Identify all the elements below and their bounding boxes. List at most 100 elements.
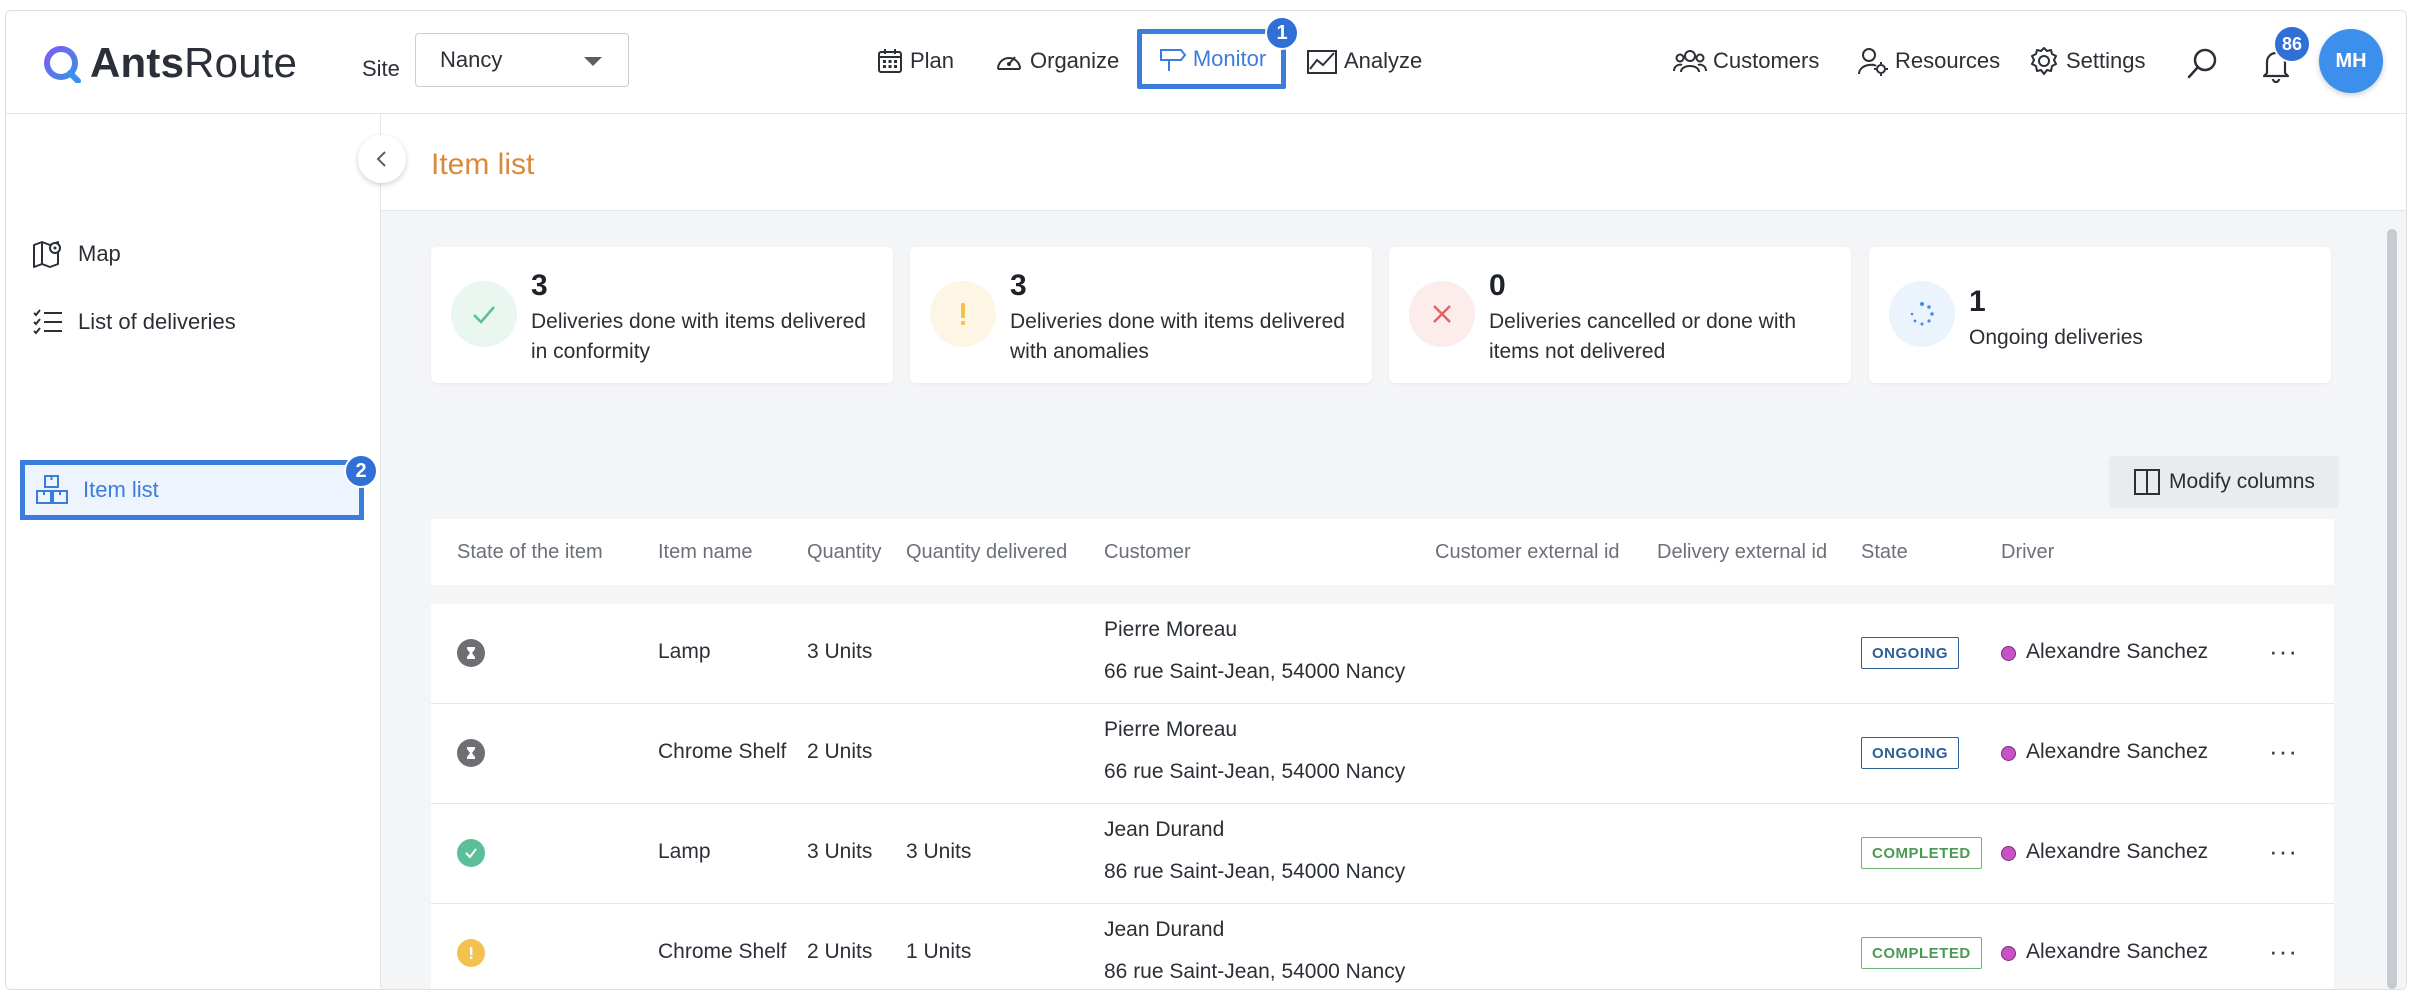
nav-settings-label: Settings (2066, 48, 2146, 73)
sidebar-item-item-list[interactable]: Item list (20, 460, 364, 520)
sidebar-item-list-of-deliveries[interactable]: List of deliveries (32, 297, 236, 347)
table-row[interactable]: Chrome Shelf 2 Units 1 Units Jean Durand… (431, 904, 2334, 989)
nav-plan-label: Plan (910, 48, 955, 73)
logo-text: AntsRoute (90, 39, 298, 86)
chevron-down-icon (584, 57, 602, 66)
nav-monitor-label: Monitor (1192, 46, 1267, 71)
column-header-state-of-item[interactable]: State of the item (457, 541, 603, 564)
table-header: State of the item Item name Quantity Qua… (431, 519, 2334, 585)
more-actions-button[interactable]: ··· (2269, 636, 2298, 667)
customer-address: 86 rue Saint-Jean, 54000 Nancy (1104, 860, 1406, 883)
summary-text: Deliveries done with items delivered wit… (1010, 310, 1345, 363)
item-name: Chrome Shelf (658, 740, 787, 763)
antsroute-logo[interactable]: AntsRoute (42, 35, 297, 91)
notification-count-badge: 86 (2273, 25, 2311, 63)
summary-card-cancelled[interactable]: 0 Deliveries cancelled or done with item… (1389, 247, 1851, 383)
nav-plan[interactable]: Plan (876, 41, 954, 81)
collapse-sidebar-button[interactable] (358, 135, 406, 183)
warning-icon (457, 939, 485, 967)
site-select[interactable]: Nancy (415, 33, 629, 87)
app-window: AntsRoute Site Nancy Plan Organize Monit… (5, 10, 2407, 990)
status-badge: COMPLETED (1861, 837, 1982, 869)
summary-text: Ongoing deliveries (1969, 326, 2143, 349)
summary-card-anomalies[interactable]: 3 Deliveries done with items delivered w… (910, 247, 1372, 383)
status-badge: COMPLETED (1861, 937, 1982, 969)
hourglass-icon (457, 639, 485, 667)
nav-resources[interactable]: Resources (1857, 41, 2000, 81)
column-header-quantity[interactable]: Quantity (807, 541, 881, 564)
user-gear-icon (1858, 48, 1888, 76)
table-row[interactable]: Chrome Shelf 2 Units Pierre Moreau 66 ru… (431, 704, 2334, 804)
driver-color-dot (2001, 746, 2016, 761)
gauge-icon (997, 56, 1021, 70)
nav-organize[interactable]: Organize (994, 41, 1119, 81)
page-title: Item list (431, 148, 535, 181)
search-button[interactable] (2185, 45, 2221, 81)
close-icon (1409, 281, 1475, 347)
column-header-state[interactable]: State (1861, 541, 1908, 564)
nav-resources-label: Resources (1895, 48, 2001, 73)
quantity: 3 Units (807, 840, 873, 863)
status-badge: ONGOING (1861, 737, 1960, 769)
nav-analyze[interactable]: Analyze (1306, 41, 1422, 81)
summary-card-conform[interactable]: 3 Deliveries done with items delivered i… (431, 247, 893, 383)
step-badge-2: 2 (344, 454, 378, 488)
summary-card-ongoing[interactable]: 1 Ongoing deliveries (1869, 247, 2331, 383)
customer-name: Jean Durand (1104, 918, 1225, 941)
nav-customers[interactable]: Customers (1673, 41, 1819, 81)
summary-count: 1 (1969, 285, 1986, 318)
chevron-left-icon (376, 151, 386, 167)
driver-color-dot (2001, 646, 2016, 661)
summary-count: 3 (531, 269, 548, 302)
quantity-delivered: 1 Units (906, 940, 972, 963)
checklist-icon (33, 309, 62, 335)
summary-text: Deliveries cancelled or done with items … (1489, 310, 1796, 363)
column-header-customer-external-id[interactable]: Customer external id (1435, 541, 1620, 564)
spinner-icon (1889, 281, 1955, 347)
more-actions-button[interactable]: ··· (2269, 836, 2298, 867)
user-avatar[interactable]: MH (2319, 29, 2383, 93)
step-badge-1: 1 (1265, 16, 1299, 50)
table-row[interactable]: Lamp 3 Units Pierre Moreau 66 rue Saint-… (431, 604, 2334, 704)
driver-color-dot (2001, 946, 2016, 961)
logo-icon (44, 46, 81, 83)
top-bar: AntsRoute Site Nancy Plan Organize Monit… (6, 11, 2406, 114)
more-actions-button[interactable]: ··· (2269, 936, 2298, 967)
driver-color-dot (2001, 846, 2016, 861)
map-icon (33, 241, 61, 268)
driver-name: Alexandre Sanchez (2026, 640, 2209, 663)
column-header-item-name[interactable]: Item name (658, 541, 752, 564)
nav-analyze-label: Analyze (1344, 48, 1423, 73)
sidebar-item-map-label: Map (78, 241, 121, 266)
page-header: Item list (381, 114, 2406, 211)
status-badge: ONGOING (1861, 637, 1960, 669)
users-icon (1673, 50, 1707, 73)
nav-settings[interactable]: Settings (2028, 41, 2146, 81)
table-row[interactable]: Lamp 3 Units 3 Units Jean Durand 86 rue … (431, 804, 2334, 904)
column-header-delivery-external-id[interactable]: Delivery external id (1657, 541, 1827, 564)
sidebar-item-map[interactable]: Map (32, 229, 121, 279)
nav-monitor[interactable]: Monitor (1137, 29, 1286, 89)
nav-organize-label: Organize (1030, 48, 1120, 73)
gear-icon (2031, 47, 2057, 75)
modify-columns-button[interactable]: Modify columns (2109, 456, 2339, 508)
exclamation-icon (930, 281, 996, 347)
chart-icon (1307, 50, 1337, 74)
check-circle-icon (457, 839, 485, 867)
quantity: 2 Units (807, 940, 873, 963)
sidebar-item-list-of-deliveries-label: List of deliveries (78, 309, 236, 334)
customer-address: 66 rue Saint-Jean, 54000 Nancy (1104, 760, 1406, 783)
driver-name: Alexandre Sanchez (2026, 840, 2209, 863)
driver-name: Alexandre Sanchez (2026, 940, 2209, 963)
column-header-customer[interactable]: Customer (1104, 541, 1191, 564)
customer-name: Jean Durand (1104, 818, 1225, 841)
item-name: Lamp (658, 640, 711, 663)
more-actions-button[interactable]: ··· (2269, 736, 2298, 767)
customer-name: Pierre Moreau (1104, 718, 1238, 741)
modify-columns-label: Modify columns (2169, 470, 2315, 493)
item-name: Chrome Shelf (658, 940, 787, 963)
column-header-driver[interactable]: Driver (2001, 541, 2054, 564)
customer-address: 86 rue Saint-Jean, 54000 Nancy (1104, 960, 1406, 983)
vertical-scrollbar[interactable] (2387, 229, 2397, 989)
column-header-quantity-delivered[interactable]: Quantity delivered (906, 541, 1067, 564)
